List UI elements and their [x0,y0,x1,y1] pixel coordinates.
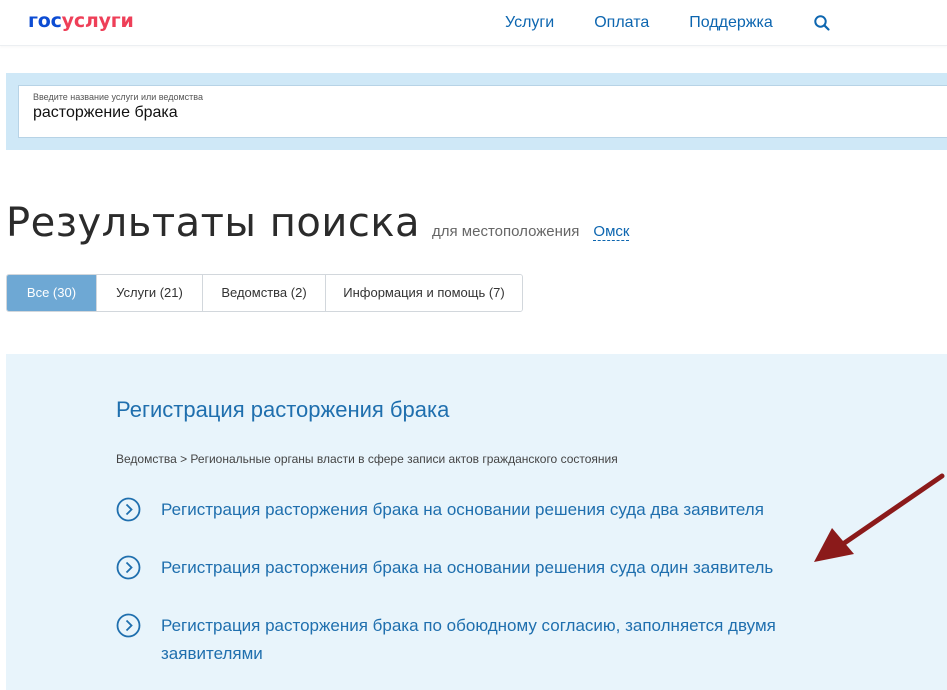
chevron-circle-icon [116,613,141,638]
tab-info-help[interactable]: Информация и помощь (7) [326,275,522,311]
logo-uslugi: услуги [61,10,134,32]
service-link[interactable]: Регистрация расторжения брака на основан… [161,554,841,582]
results-heading: Результаты поиска для местоположения Омс… [6,200,630,246]
search-value[interactable]: расторжение брака [33,104,178,122]
search-band: Введите название услуги или ведомства ра… [6,73,947,150]
tab-departments[interactable]: Ведомства (2) [203,275,326,311]
main-nav: Услуги Оплата Поддержка [505,13,831,32]
search-icon[interactable] [813,14,831,32]
nav-payment[interactable]: Оплата [594,14,649,32]
city-link[interactable]: Омск [593,224,630,241]
logo-gos: гос [28,10,62,32]
service-link[interactable]: Регистрация расторжения брака на основан… [161,496,841,524]
chevron-circle-icon [116,555,141,580]
location-prefix: для местоположения [432,223,580,240]
nav-support[interactable]: Поддержка [689,14,772,32]
nav-services[interactable]: Услуги [505,14,554,32]
service-item[interactable]: Регистрация расторжения брака на основан… [116,496,841,524]
service-item[interactable]: Регистрация расторжения брака по обоюдно… [116,612,841,668]
header: госуслуги Услуги Оплата Поддержка [0,0,947,46]
tab-services[interactable]: Услуги (21) [97,275,203,311]
logo[interactable]: госуслуги [28,10,134,32]
service-link[interactable]: Регистрация расторжения брака по обоюдно… [161,612,841,668]
result-title-link[interactable]: Регистрация расторжения брака [116,397,449,423]
search-input[interactable]: Введите название услуги или ведомства ра… [18,85,947,138]
chevron-circle-icon [116,497,141,522]
result-tabs: Все (30) Услуги (21) Ведомства (2) Инфор… [6,274,523,312]
page-title: Результаты поиска [6,200,421,246]
results-panel: Регистрация расторжения брака Ведомства … [6,354,947,690]
arrow-icon [814,473,945,562]
service-item[interactable]: Регистрация расторжения брака на основан… [116,554,841,582]
tab-all[interactable]: Все (30) [7,275,97,311]
breadcrumb: Ведомства > Региональные органы власти в… [116,452,618,466]
search-label: Введите название услуги или ведомства [33,92,203,102]
